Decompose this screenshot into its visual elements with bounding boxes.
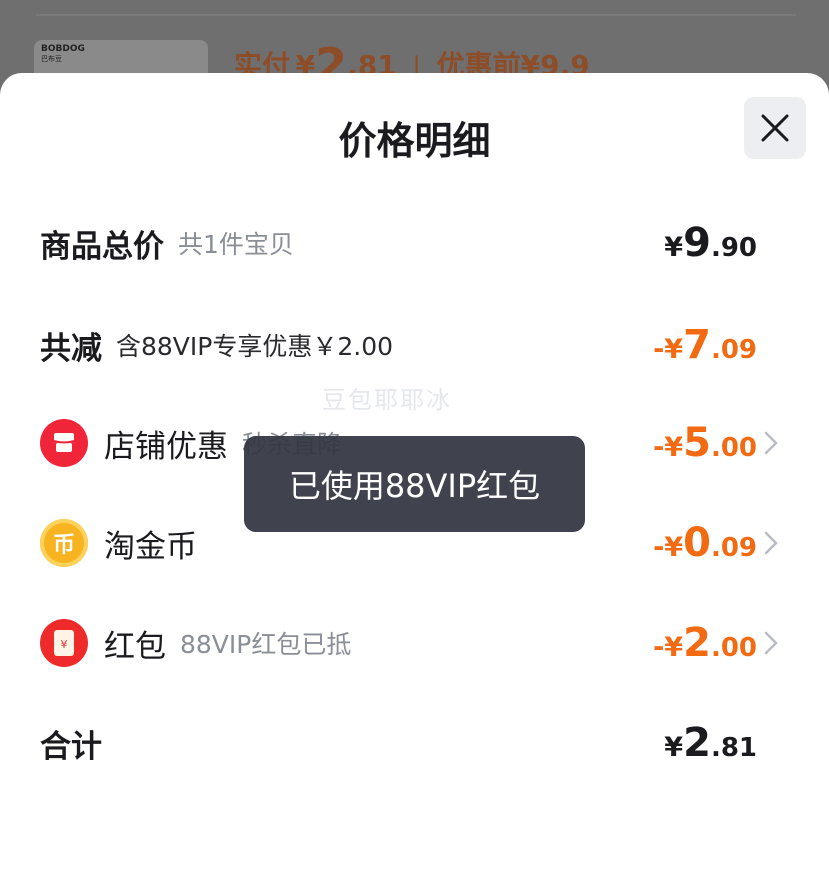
total-discount-amount: -¥ 7.09 <box>653 322 757 368</box>
taojinbi-label: 淘金币 <box>104 528 197 565</box>
chevron-right-icon <box>764 431 778 455</box>
red-packet-label: 红包 <box>104 628 166 665</box>
close-button[interactable] <box>744 97 806 159</box>
red-packet-icon: ¥ <box>40 619 88 667</box>
row-total-price: 商品总价 共1件宝贝 ¥9.90 <box>40 213 829 273</box>
sum-amount: ¥2.81 <box>664 720 757 766</box>
total-price-label: 商品总价 <box>40 228 164 265</box>
red-packet-note: 88VIP红包已抵 <box>180 630 352 659</box>
background-divider <box>36 14 796 16</box>
row-red-packet[interactable]: ¥ 红包 88VIP红包已抵 -¥ 2.00 <box>40 613 829 673</box>
sum-label: 合计 <box>40 728 102 765</box>
taojinbi-amount: -¥ 0.09 <box>653 520 757 566</box>
red-packet-amount: -¥ 2.00 <box>653 620 757 666</box>
row-sum: 合计 ¥2.81 <box>40 713 829 773</box>
item-count: 共1件宝贝 <box>178 230 294 259</box>
close-icon <box>761 114 789 142</box>
shop-icon <box>40 419 88 467</box>
chevron-right-icon <box>764 531 778 555</box>
chevron-right-icon <box>764 631 778 655</box>
toast-message: 已使用88VIP红包 <box>244 436 585 532</box>
brand-logo: BOBDOG 巴布豆 <box>41 44 85 63</box>
total-price-amount: ¥9.90 <box>664 220 757 266</box>
vip-discount-note: 含88VIP专享优惠￥2.00 <box>116 332 394 361</box>
coin-icon: 币 <box>40 519 88 567</box>
shop-discount-amount: -¥ 5.00 <box>653 420 757 466</box>
shop-discount-label: 店铺优惠 <box>104 428 228 465</box>
toast-text: 已使用88VIP红包 <box>288 467 541 505</box>
watermark: 豆包耶耶冰 <box>322 386 452 414</box>
total-discount-label: 共减 <box>40 330 102 367</box>
row-total-discount: 共减 含88VIP专享优惠￥2.00 -¥ 7.09 <box>40 315 829 375</box>
sheet-title: 价格明细 <box>338 119 491 163</box>
svg-text:¥: ¥ <box>61 638 68 651</box>
